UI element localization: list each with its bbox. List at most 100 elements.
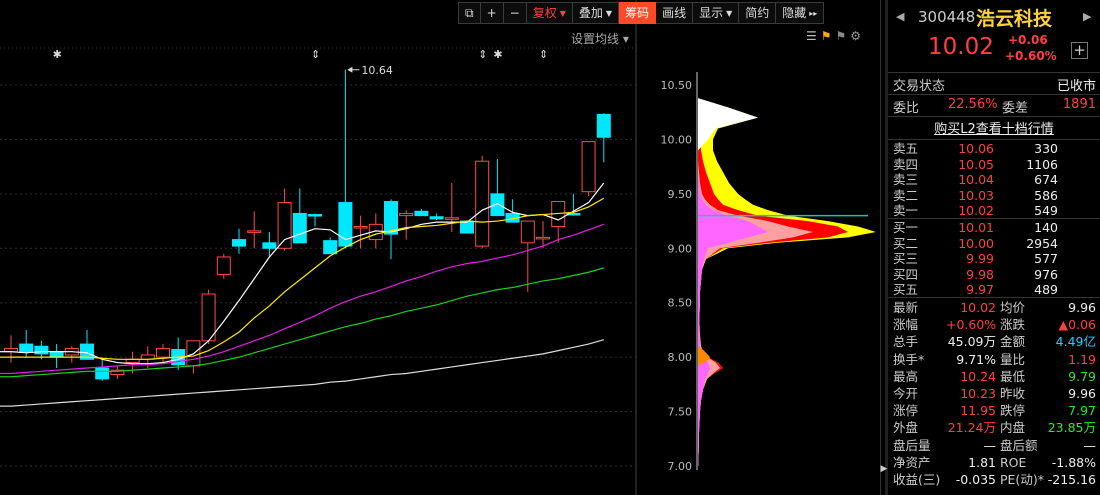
collapse-panel-icon[interactable]: ▶ (880, 458, 888, 480)
stock-chart-window: 10.64 ✱ ⇕ ⇕ ✱ ⇕ 10.50 10.00 9.50 9.00 8.50 8.00 7.50… (0, 0, 1100, 495)
quote-value: 10.24 (960, 368, 996, 384)
level-label: 卖五 (893, 141, 919, 156)
quote-value: 9.71% (956, 351, 996, 367)
y-axis-tick-label: 9.00 (668, 242, 693, 255)
quote-row: 外盘 21.24万 内盘 23.85万 (888, 419, 1100, 436)
quote-value: — (983, 437, 997, 453)
level-price: 9.99 (966, 251, 994, 266)
quote-label: 跌停 (1000, 403, 1026, 419)
candle-body (581, 141, 596, 193)
buy-l2-link[interactable]: 购买L2查看十档行情 (888, 118, 1100, 137)
adjust-dropdown[interactable]: 复权 ▼ (526, 2, 573, 24)
chip-flag-icon[interactable]: ⚑ (836, 28, 847, 44)
overlay-dropdown-label: 叠加 (578, 6, 603, 20)
quote-value: 45.09万 (947, 334, 996, 350)
window-mode-icon-button[interactable]: ⧉ (458, 2, 481, 24)
quote-panel: ◀ 300448 浩云科技 ▶ 10.02 +0.06 +0.60% + 交易状… (888, 0, 1100, 495)
display-dropdown[interactable]: 显示 ▼ (693, 2, 740, 24)
divider (888, 218, 1100, 219)
bid-level[interactable]: 买二 10.00 2954 (888, 236, 1100, 251)
simple-button[interactable]: 简约 (739, 2, 777, 24)
candle-body (384, 200, 398, 235)
chip-bars-icon[interactable]: ☰ (806, 28, 817, 44)
ask-level[interactable]: 卖二 10.03 586 (888, 188, 1100, 203)
event-marker-icon: ⇕ (478, 48, 487, 61)
stock-header: ◀ 300448 浩云科技 ▶ (888, 0, 1100, 34)
candle-body (292, 212, 307, 244)
y-axis-tick-label: 9.50 (668, 188, 693, 201)
price-change-pct: +0.60% (1005, 49, 1057, 63)
draw-line-button[interactable]: 画线 (656, 2, 694, 24)
zoom-in-button[interactable]: + (480, 2, 504, 24)
ask-level[interactable]: 卖四 10.05 1106 (888, 157, 1100, 172)
quote-label: 涨跌 (1000, 317, 1026, 333)
candle-body (216, 256, 231, 275)
panel-divider-line (880, 0, 881, 495)
quote-row: 最高 10.24 最低 9.79 (888, 368, 1100, 385)
caret-icon: ▼ (726, 8, 733, 18)
ask-level[interactable]: 卖一 10.02 549 (888, 203, 1100, 218)
candle-body (156, 347, 170, 358)
weicha-label: 委差 (1002, 101, 1029, 116)
stock-name: 浩云科技 (976, 8, 1053, 30)
level-volume: 330 (1034, 141, 1058, 156)
quote-value: ▲0.06 (1058, 317, 1096, 333)
candle-body (414, 210, 429, 217)
current-price: 10.02 (928, 34, 994, 60)
ask-level[interactable]: 卖三 10.04 674 (888, 172, 1100, 187)
chip-total-area (698, 106, 876, 467)
candle-body (490, 193, 505, 217)
ask-level[interactable]: 卖五 10.06 330 (888, 141, 1100, 156)
candle-body (308, 214, 322, 217)
chip-settings-icon[interactable]: ⚙ (850, 28, 861, 44)
weicha-value: 1891 (1062, 97, 1096, 112)
event-marker-icon: ✱ (53, 48, 62, 61)
level-price: 10.00 (958, 235, 994, 251)
event-marker-icon: ⇕ (539, 48, 548, 61)
zoom-out-button-label: − (509, 6, 520, 20)
chip-flag-active-icon[interactable]: ⚑ (821, 28, 832, 44)
quote-label: 涨停 (893, 403, 919, 419)
quote-value: -215.16 (1047, 472, 1096, 487)
bid-level[interactable]: 买三 9.99 577 (888, 251, 1100, 266)
level-label: 买四 (893, 266, 919, 282)
add-watchlist-button[interactable]: + (1071, 42, 1088, 59)
chips-button[interactable]: 筹码 (619, 2, 657, 24)
kline-chart[interactable]: 10.64 ✱ ⇕ ⇕ ✱ ⇕ 10.50 10.00 9.50 9.00 8.50 8.00 7.50… (0, 0, 880, 495)
quote-row: 换手* 9.71% 量比 1.19 (888, 351, 1100, 368)
level-volume: 549 (1034, 203, 1058, 218)
overlay-dropdown[interactable]: 叠加 ▼ (572, 2, 620, 24)
bid-level[interactable]: 买四 9.98 976 (888, 267, 1100, 282)
draw-line-button-label: 画线 (662, 6, 687, 20)
prev-stock-icon[interactable]: ◀ (896, 10, 904, 23)
candle-body (49, 351, 64, 358)
weibi-label: 委比 (893, 101, 920, 116)
level-label: 卖二 (893, 187, 919, 203)
quote-label: 昨收 (1000, 386, 1026, 401)
candle-body (460, 220, 474, 234)
bid-level[interactable]: 买一 10.01 140 (888, 220, 1100, 235)
level-volume: 489 (1034, 282, 1058, 297)
quote-label: 今开 (893, 386, 919, 401)
y-axis-tick-label: 7.50 (668, 406, 693, 419)
caret-icon: ▼ (559, 8, 566, 18)
candle-body (475, 160, 490, 247)
level-label: 买三 (893, 251, 919, 266)
level-label: 买五 (893, 282, 919, 297)
quote-label: 盘后量 (893, 437, 931, 453)
quote-row: 总手 45.09万 金额 4.49亿 (888, 333, 1100, 350)
status-value: 已收市 (1056, 79, 1096, 94)
chart-toolbar: ⧉ + − 复权 ▼ 叠加 ▼ 筹码 画线 显示 ▼ 简约 隐藏 ▸▸ (458, 2, 825, 24)
next-stock-icon[interactable]: ▶ (1083, 10, 1091, 23)
hide-button[interactable]: 隐藏 ▸▸ (776, 2, 825, 24)
candle-body (34, 345, 49, 355)
chip-tools: ☰ ⚑ ⚑ ⚙ (806, 28, 861, 44)
quote-value: 10.23 (960, 386, 996, 401)
bid-level[interactable]: 买五 9.97 489 (888, 282, 1100, 297)
level-label: 卖三 (893, 172, 919, 187)
zoom-out-button[interactable]: − (503, 2, 527, 24)
set-ma-button[interactable]: 设置均线 ▾ (571, 30, 629, 47)
level-price: 10.02 (958, 203, 994, 218)
quote-label: 外盘 (893, 420, 919, 436)
y-axis-tick-label: 8.50 (668, 297, 693, 310)
